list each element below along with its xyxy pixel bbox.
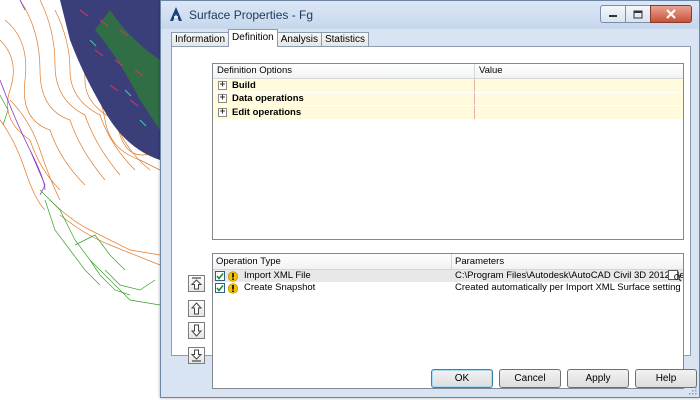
- operation-parameters: C:\Program Files\Autodesk\AutoCAD Civil …: [455, 270, 683, 281]
- definition-row-data-operations[interactable]: + Data operations: [213, 92, 683, 106]
- warning-icon: [228, 270, 238, 282]
- definition-row-edit-operations[interactable]: + Edit operations: [213, 106, 683, 120]
- tab-analysis[interactable]: Analysis: [276, 32, 322, 47]
- tab-information[interactable]: Information: [171, 32, 230, 47]
- definition-row-label: Edit operations: [232, 106, 302, 118]
- definition-tab-panel: Definition Options Value + Build + Data …: [171, 46, 691, 389]
- move-to-bottom-button[interactable]: [188, 347, 205, 364]
- move-down-icon: [190, 324, 203, 337]
- column-header-definition-options[interactable]: Definition Options: [213, 64, 475, 78]
- surface-properties-dialog: Surface Properties - Fg Information Defi…: [160, 0, 700, 398]
- move-down-button[interactable]: [188, 322, 205, 339]
- move-to-top-button[interactable]: [188, 275, 205, 292]
- warning-icon: [228, 282, 238, 294]
- maximize-icon: [633, 10, 643, 18]
- expand-icon[interactable]: +: [218, 94, 227, 104]
- column-header-parameters[interactable]: Parameters: [452, 254, 683, 269]
- definition-row-label: Build: [232, 79, 256, 91]
- browse-icon[interactable]: [668, 270, 682, 282]
- expand-icon[interactable]: +: [218, 80, 227, 90]
- tab-definition[interactable]: Definition: [228, 29, 278, 47]
- close-button[interactable]: [650, 5, 692, 23]
- tab-strip: Information Definition Analysis Statisti…: [171, 29, 369, 47]
- operations-table-header: Operation Type Parameters: [213, 254, 683, 270]
- move-to-top-icon: [190, 277, 203, 290]
- tab-statistics[interactable]: Statistics: [320, 32, 369, 47]
- title-bar[interactable]: Surface Properties - Fg: [161, 1, 699, 29]
- autocad-logo-icon: [170, 7, 182, 21]
- column-header-value[interactable]: Value: [475, 64, 683, 78]
- operation-row-create-snapshot[interactable]: Create Snapshot Created automatically pe…: [213, 282, 683, 294]
- close-icon: [666, 9, 676, 19]
- operation-checkbox[interactable]: [215, 271, 225, 281]
- definition-table-header: Definition Options Value: [213, 64, 683, 79]
- apply-button[interactable]: Apply: [567, 369, 629, 388]
- move-to-bottom-icon: [190, 349, 203, 362]
- operation-type-label: Import XML File: [244, 270, 311, 281]
- checkmark-icon: [216, 285, 224, 292]
- ok-button[interactable]: OK: [431, 369, 493, 388]
- move-up-button[interactable]: [188, 300, 205, 317]
- cancel-button[interactable]: Cancel: [499, 369, 561, 388]
- definition-row-build[interactable]: + Build: [213, 79, 683, 93]
- operation-checkbox[interactable]: [215, 283, 225, 293]
- expand-icon[interactable]: +: [218, 107, 227, 117]
- maximize-button[interactable]: [625, 5, 650, 23]
- operation-type-label: Create Snapshot: [244, 282, 316, 293]
- definition-row-label: Data operations: [232, 93, 304, 105]
- definition-options-table: Definition Options Value + Build + Data …: [212, 63, 684, 240]
- minimize-icon: [609, 15, 617, 17]
- resize-grip-icon[interactable]: [687, 385, 697, 395]
- minimize-button[interactable]: [600, 5, 625, 23]
- operation-row-import-xml[interactable]: Import XML File C:\Program Files\Autodes…: [213, 270, 683, 282]
- checkmark-icon: [216, 273, 224, 280]
- window-title: Surface Properties - Fg: [189, 8, 314, 22]
- window-controls: [600, 5, 692, 23]
- move-up-icon: [190, 302, 203, 315]
- dialog-buttons: OK Cancel Apply Help: [425, 369, 697, 388]
- operation-parameters: Created automatically per Import XML Sur…: [455, 282, 681, 293]
- column-header-operation-type[interactable]: Operation Type: [213, 254, 452, 269]
